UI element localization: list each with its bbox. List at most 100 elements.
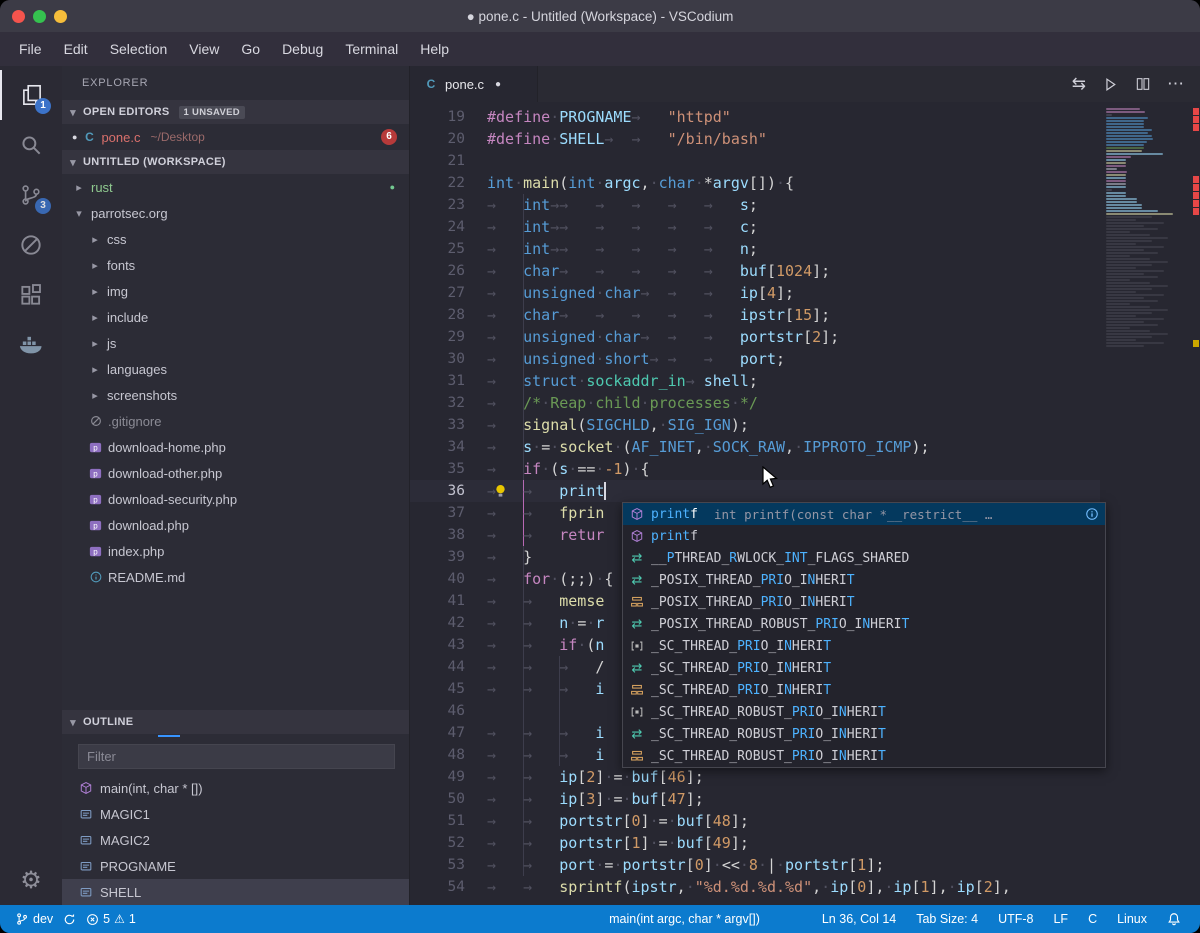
file-item-download.php[interactable]: p download.php [62,512,409,538]
folder-item-parrotsec.org[interactable]: ▾ parrotsec.org [62,200,409,226]
workspace-header[interactable]: ▾ UNTITLED (WORKSPACE) [62,150,409,174]
line-number[interactable]: 23 [410,194,487,216]
sync-button[interactable] [58,905,81,933]
line-number[interactable]: 32 [410,392,487,414]
info-icon[interactable] [1085,507,1099,521]
activity-settings-button[interactable]: ⚙ [0,855,62,905]
suggestion-item-3[interactable]: ⇄ _POSIX_THREAD_PRIO_INHERIT [623,569,1105,591]
line-number[interactable]: 54 [410,876,487,898]
line-number[interactable]: 45 [410,678,487,700]
activity-extensions-button[interactable] [0,270,62,320]
activity-docker-button[interactable] [0,320,62,370]
menu-terminal[interactable]: Terminal [334,36,409,62]
line-number[interactable]: 48 [410,744,487,766]
folder-item-js[interactable]: ▸ js [62,330,409,356]
more-actions-button[interactable]: ⋯ [1167,74,1184,94]
encoding[interactable]: UTF-8 [993,912,1038,926]
close-button[interactable] [12,9,25,23]
menu-selection[interactable]: Selection [99,36,179,62]
folder-item-include[interactable]: ▸ include [62,304,409,330]
menu-help[interactable]: Help [409,36,460,62]
line-number[interactable]: 36 [410,480,487,502]
open-editors-header[interactable]: ▾ OPEN EDITORS 1 UNSAVED [62,100,409,124]
problems-indicator[interactable]: 5 ⚠ 1 [81,905,141,933]
activity-search-button[interactable] [0,120,62,170]
line-number[interactable]: 34 [410,436,487,458]
line-number[interactable]: 26 [410,260,487,282]
cursor-position[interactable]: Ln 36, Col 14 [817,912,901,926]
outline-filter-input[interactable] [78,744,395,769]
menu-edit[interactable]: Edit [53,36,99,62]
line-number[interactable]: 30 [410,348,487,370]
suggestion-item-7[interactable]: ⇄ _SC_THREAD_PRIO_INHERIT [623,657,1105,679]
current-symbol[interactable]: main(int argc, char * argv[]) [604,912,765,926]
line-number[interactable]: 52 [410,832,487,854]
file-item-download-security.php[interactable]: p download-security.php [62,486,409,512]
folder-item-img[interactable]: ▸ img [62,278,409,304]
line-number[interactable]: 35 [410,458,487,480]
suggestion-item-0[interactable]: printf int printf(const char *__restrict_… [623,503,1105,525]
line-number[interactable]: 42 [410,612,487,634]
activity-explorer-button[interactable]: 1 [0,70,62,120]
indentation[interactable]: Tab Size: 4 [911,912,983,926]
line-number[interactable]: 22 [410,172,487,194]
line-number[interactable]: 28 [410,304,487,326]
branch-indicator[interactable]: dev [10,905,58,933]
folder-item-fonts[interactable]: ▸ fonts [62,252,409,278]
line-number[interactable]: 51 [410,810,487,832]
minimap[interactable] [1100,102,1192,905]
eol-indicator[interactable]: LF [1048,912,1073,926]
folder-item-rust[interactable]: ▸ rust ● [62,174,409,200]
titlebar[interactable]: ● pone.c - Untitled (Workspace) - VSCodi… [0,0,1200,32]
folder-item-screenshots[interactable]: ▸ screenshots [62,382,409,408]
line-number[interactable]: 44 [410,656,487,678]
suggestion-item-11[interactable]: _SC_THREAD_ROBUST_PRIO_INHERIT [623,745,1105,767]
suggestion-item-9[interactable]: _SC_THREAD_ROBUST_PRIO_INHERIT [623,701,1105,723]
line-number[interactable]: 19 [410,106,487,128]
line-number[interactable]: 21 [410,150,487,172]
folder-item-languages[interactable]: ▸ languages [62,356,409,382]
file-item-download-home.php[interactable]: p download-home.php [62,434,409,460]
line-number[interactable]: 47 [410,722,487,744]
suggestion-item-6[interactable]: _SC_THREAD_PRIO_INHERIT [623,635,1105,657]
file-item-.gitignore[interactable]: .gitignore [62,408,409,434]
suggestion-item-4[interactable]: _POSIX_THREAD_PRIO_INHERIT [623,591,1105,613]
minimize-button[interactable] [54,9,67,23]
run-button[interactable] [1102,76,1119,93]
outline-header[interactable]: ▾ OUTLINE [62,710,409,734]
activity-debug-button[interactable] [0,220,62,270]
line-number[interactable]: 46 [410,700,487,722]
file-item-download-other.php[interactable]: p download-other.php [62,460,409,486]
activity-source-control-button[interactable]: 3 [0,170,62,220]
line-number[interactable]: 41 [410,590,487,612]
outline-item-progname[interactable]: PROGNAME [62,853,409,879]
notifications-bell[interactable] [1162,912,1186,926]
line-number[interactable]: 24 [410,216,487,238]
suggestion-item-1[interactable]: printf [623,525,1105,547]
line-number[interactable]: 53 [410,854,487,876]
lightbulb-icon[interactable] [494,483,507,503]
suggestion-item-8[interactable]: _SC_THREAD_PRIO_INHERIT [623,679,1105,701]
outline-item-shell[interactable]: SHELL [62,879,409,905]
menu-debug[interactable]: Debug [271,36,334,62]
line-number[interactable]: 25 [410,238,487,260]
line-number[interactable]: 39 [410,546,487,568]
line-number[interactable]: 33 [410,414,487,436]
menu-go[interactable]: Go [230,36,271,62]
menu-view[interactable]: View [178,36,230,62]
tab-pone-c[interactable]: C pone.c ● [410,66,538,102]
line-number[interactable]: 31 [410,370,487,392]
line-number[interactable]: 43 [410,634,487,656]
line-number[interactable]: 27 [410,282,487,304]
line-number[interactable]: 49 [410,766,487,788]
line-number[interactable]: 29 [410,326,487,348]
line-number[interactable]: 38 [410,524,487,546]
menu-file[interactable]: File [8,36,53,62]
suggestion-item-2[interactable]: ⇄ __PTHREAD_RWLOCK_INT_FLAGS_SHARED [623,547,1105,569]
suggestion-item-5[interactable]: ⇄ _POSIX_THREAD_ROBUST_PRIO_INHERIT [623,613,1105,635]
zoom-button[interactable] [33,9,46,23]
outline-item-magic2[interactable]: MAGIC2 [62,827,409,853]
line-number[interactable]: 37 [410,502,487,524]
outline-item-main-int-char-[interactable]: main(int, char * []) [62,775,409,801]
line-number[interactable]: 50 [410,788,487,810]
